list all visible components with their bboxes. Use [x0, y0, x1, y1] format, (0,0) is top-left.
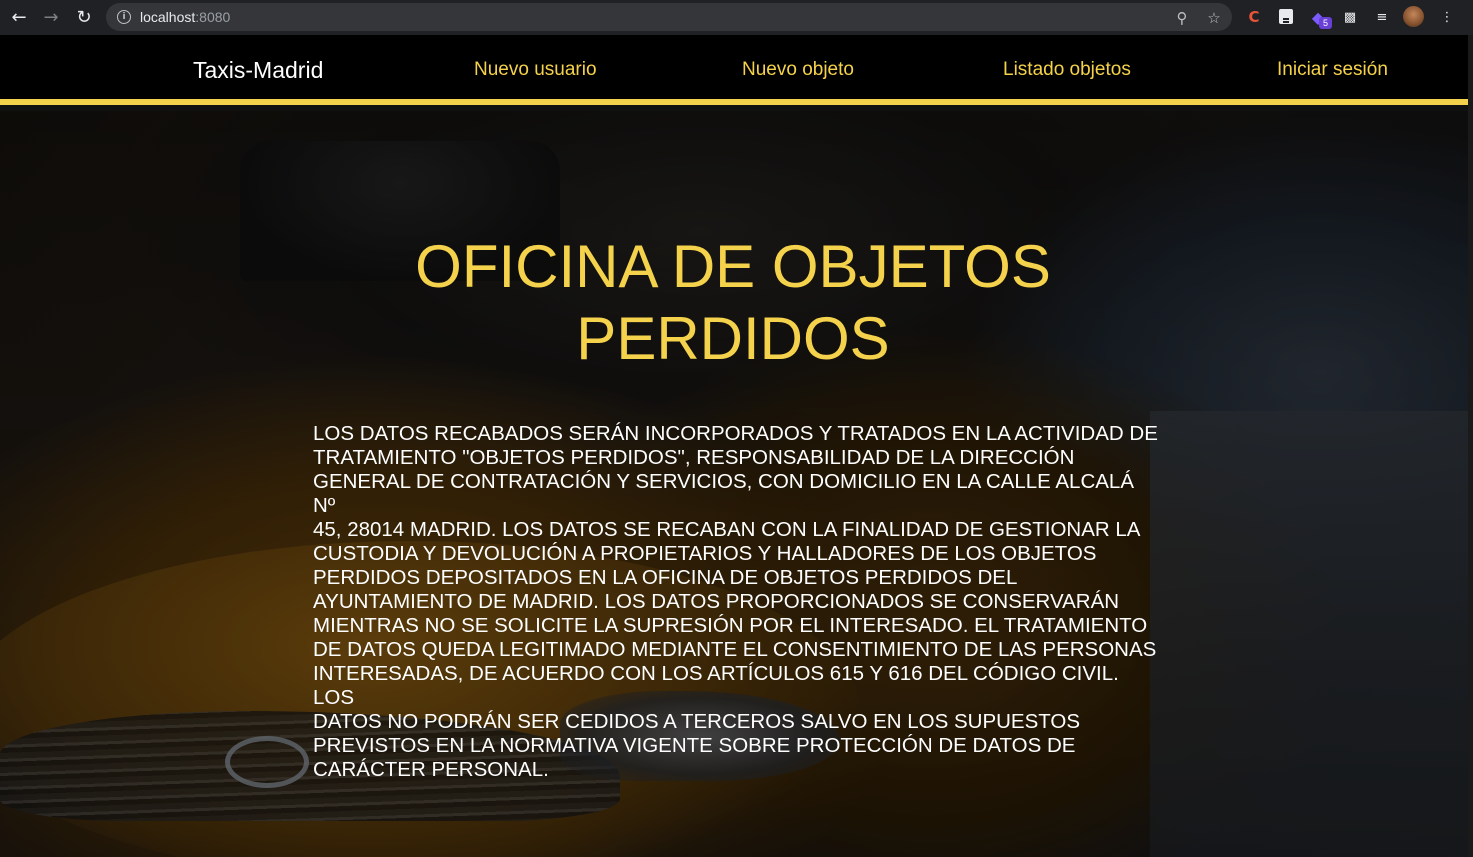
notice-line: DATOS NO PODRÁN SER CEDIDOS A TERCEROS S…	[313, 710, 1081, 733]
extension-badge: 5	[1319, 17, 1332, 29]
notice-line: 45, 28014 MADRID. LOS DATOS SE RECABAN C…	[313, 518, 1141, 541]
hero-background-taxi-image: OFICINA DE OBJETOS PERDIDOS LOS DATOS RE…	[0, 111, 1468, 857]
notice-line: LOS DATOS RECABADOS SERÁN INCORPORADOS Y…	[313, 422, 1158, 445]
notice-line: CARÁCTER PERSONAL.	[313, 758, 549, 781]
extension-c-icon[interactable]: C	[1244, 7, 1264, 27]
forward-arrow-icon[interactable]: →	[39, 5, 63, 29]
bookmark-star-icon[interactable]: ☆	[1205, 9, 1223, 27]
privacy-notice: LOS DATOS RECABADOS SERÁN INCORPORADOS Y…	[313, 422, 1158, 782]
notice-line: INTERESADAS, DE ACUERDO CON LOS ARTÍCULO…	[313, 662, 1119, 709]
nav-link-iniciar-sesion[interactable]: Iniciar sesión	[1277, 59, 1388, 81]
browser-toolbar: ← → ↻ i localhost:8080 ⚲ ☆ C ◆ 5 ▩ ≡ ⋮	[0, 0, 1473, 35]
back-arrow-icon[interactable]: ←	[7, 5, 31, 29]
zoom-icon[interactable]: ⚲	[1173, 9, 1191, 27]
notice-line: DE DATOS QUEDA LEGITIMADO MEDIANTE EL CO…	[313, 638, 1157, 661]
notice-line: GENERAL DE CONTRATACIÓN Y SERVICIOS, CON…	[313, 470, 1134, 517]
page-title-line2: PERDIDOS	[576, 305, 890, 372]
extensions-puzzle-icon[interactable]: ▩	[1340, 7, 1360, 27]
profile-avatar[interactable]	[1403, 6, 1424, 27]
brand-logo-link[interactable]: Taxis-Madrid	[193, 57, 323, 84]
notice-line: TRATAMIENTO "OBJETOS PERDIDOS", RESPONSA…	[313, 446, 1075, 469]
notice-line: MIENTRAS NO SE SOLICITE LA SUPRESIÓN POR…	[313, 614, 1148, 637]
notice-line: CUSTODIA Y DEVOLUCIÓN A PROPIETARIOS Y H…	[313, 542, 1097, 565]
web-page: Taxis-Madrid Nuevo usuario Nuevo objeto …	[0, 35, 1468, 857]
nav-link-listado-objetos[interactable]: Listado objetos	[1003, 59, 1131, 81]
site-info-icon[interactable]: i	[117, 10, 131, 24]
notice-line: AYUNTAMIENTO DE MADRID. LOS DATOS PROPOR…	[313, 590, 1120, 613]
url-text[interactable]: localhost:8080	[140, 9, 230, 25]
page-title: OFICINA DE OBJETOS PERDIDOS	[380, 231, 1086, 375]
media-queue-icon[interactable]: ≡	[1372, 7, 1392, 27]
page-scrollbar[interactable]	[1468, 35, 1473, 857]
page-title-line1: OFICINA DE OBJETOS	[415, 233, 1051, 300]
reload-icon[interactable]: ↻	[72, 5, 96, 29]
menu-kebab-icon[interactable]: ⋮	[1437, 7, 1457, 27]
site-navbar: Taxis-Madrid Nuevo usuario Nuevo objeto …	[0, 35, 1468, 105]
notice-line: PERDIDOS DEPOSITADOS EN LA OFICINA DE OB…	[313, 566, 1018, 589]
notice-line: PREVISTOS EN LA NORMATIVA VIGENTE SOBRE …	[313, 734, 1076, 757]
nav-link-nuevo-usuario[interactable]: Nuevo usuario	[474, 59, 597, 81]
nav-link-nuevo-objeto[interactable]: Nuevo objeto	[742, 59, 854, 81]
address-bar[interactable]: i localhost:8080 ⚲ ☆	[106, 3, 1232, 31]
extension-document-icon[interactable]	[1279, 9, 1293, 24]
